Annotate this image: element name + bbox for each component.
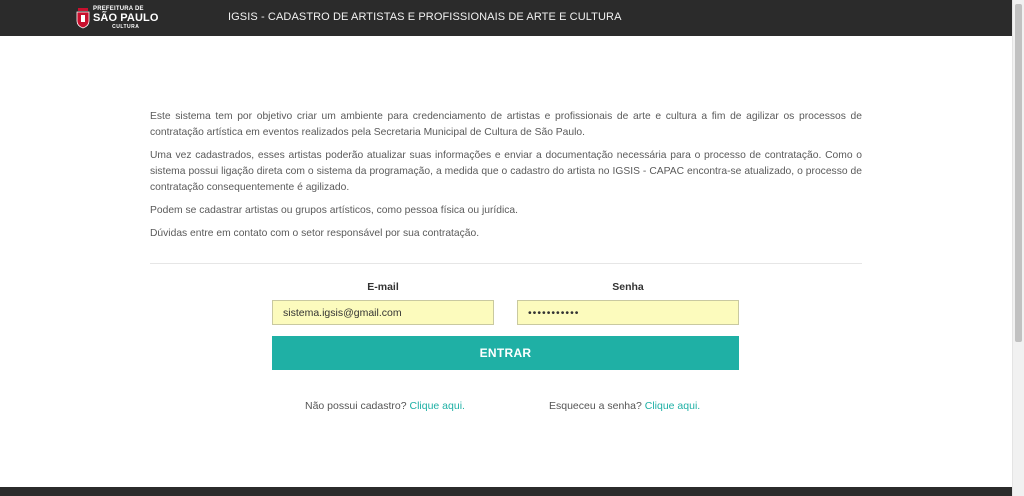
intro-paragraph-4: Dúvidas entre em contato com o setor res… bbox=[150, 228, 480, 239]
prefeitura-logo[interactable]: PREFEITURA DE SÃO PAULO CULTURA bbox=[76, 4, 158, 32]
signup-prompt: Não possui cadastro? Clique aqui. bbox=[305, 400, 465, 412]
intro-paragraph-2: Uma vez cadastrados, esses artistas pode… bbox=[150, 150, 862, 193]
logo-line-3: CULTURA bbox=[112, 24, 140, 30]
forgot-password-link[interactable]: Clique aqui. bbox=[645, 400, 700, 412]
intro-paragraph-3: Podem se cadastrar artistas ou grupos ar… bbox=[150, 205, 518, 216]
app-title: IGSIS - CADASTRO DE ARTISTAS E PROFISSIO… bbox=[228, 11, 622, 23]
vertical-scrollbar[interactable] bbox=[1012, 0, 1024, 496]
forgot-password-text: Esqueceu a senha? bbox=[549, 400, 642, 412]
email-label: E-mail bbox=[367, 281, 399, 293]
signup-link[interactable]: Clique aqui. bbox=[409, 400, 464, 412]
signup-text: Não possui cadastro? bbox=[305, 400, 407, 412]
logo-line-2: SÃO PAULO bbox=[93, 12, 159, 24]
login-button[interactable]: ENTRAR bbox=[272, 336, 739, 370]
intro-paragraph-1: Este sistema tem por objetivo criar um a… bbox=[150, 111, 862, 138]
scrollbar-thumb[interactable] bbox=[1015, 4, 1022, 342]
password-field[interactable] bbox=[517, 300, 739, 325]
senha-label: Senha bbox=[612, 281, 644, 293]
coat-of-arms-icon bbox=[76, 7, 90, 29]
divider bbox=[150, 263, 862, 264]
email-field[interactable] bbox=[272, 300, 494, 325]
top-navbar: PREFEITURA DE SÃO PAULO CULTURA IGSIS - … bbox=[0, 0, 1012, 36]
intro-text: Este sistema tem por objetivo criar um a… bbox=[150, 109, 862, 249]
footer-bar bbox=[0, 487, 1012, 496]
forgot-password-prompt: Esqueceu a senha? Clique aqui. bbox=[549, 400, 700, 412]
